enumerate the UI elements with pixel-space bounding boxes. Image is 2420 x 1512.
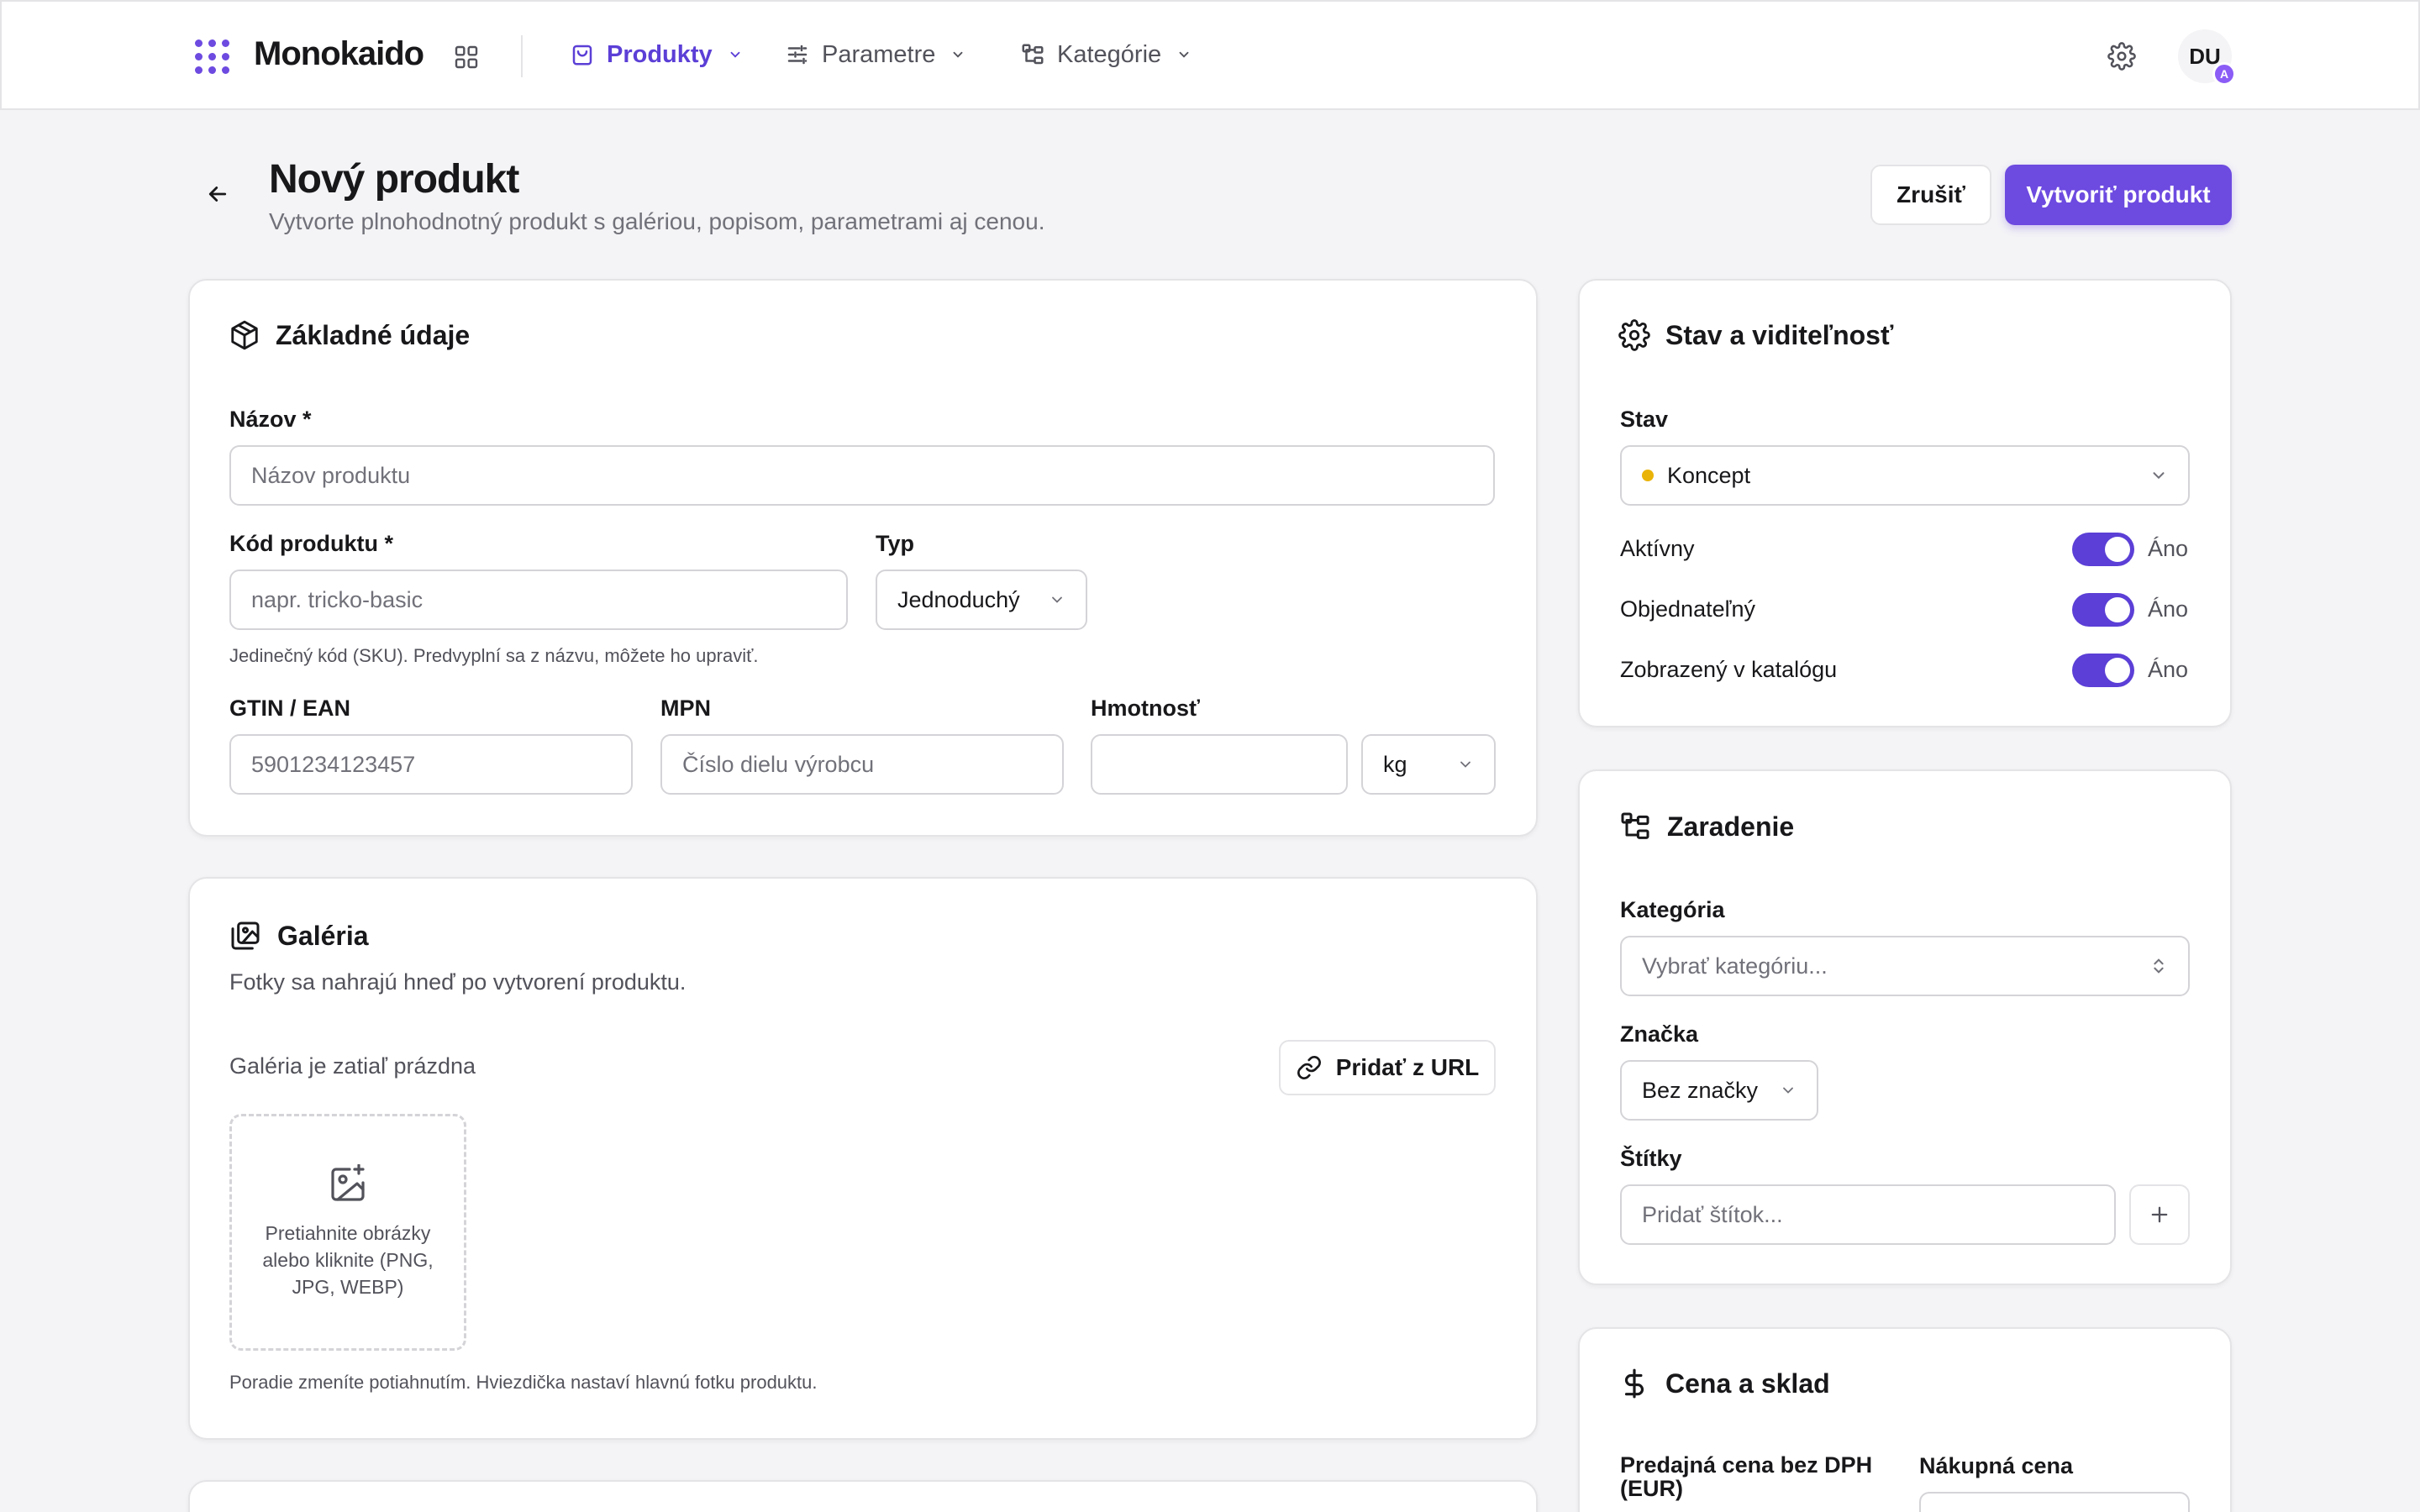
product-code-input[interactable]: napr. tricko-basic — [229, 570, 848, 630]
mpn-input[interactable]: Číslo dielu výrobcu — [660, 734, 1064, 795]
page-subtitle: Vytvorte plnohodnotný produkt s galériou… — [269, 208, 1045, 234]
chevron-up-down-icon — [2149, 957, 2168, 975]
category-tree-icon — [1618, 810, 1652, 843]
product-code-help: Jedinečný kód (SKU). Predvyplní sa z náz… — [229, 645, 759, 666]
weight-unit-value: kg — [1383, 751, 1407, 777]
nav-item-kategorie[interactable]: Kategórie — [1020, 35, 1192, 74]
box-icon — [229, 319, 260, 351]
gallery-empty-text: Galéria je zatiaľ prázdna — [229, 1053, 476, 1079]
apps-grid-icon[interactable] — [453, 44, 480, 71]
card-title-text: Základné údaje — [276, 319, 471, 350]
category-select-placeholder: Vybrať kategóriu... — [1642, 953, 1828, 979]
active-toggle-value: Áno — [2148, 536, 2189, 561]
weight-input[interactable] — [1091, 734, 1348, 795]
card-title-text: Stav a viditeľnosť — [1665, 319, 1894, 350]
chevron-down-icon — [1176, 47, 1192, 62]
gear-icon — [1618, 319, 1650, 351]
dropzone-text: Pretiahnite obrázky alebo kliknite (PNG,… — [262, 1221, 434, 1299]
create-product-button[interactable]: Vytvoriť produkt — [2005, 165, 2232, 225]
nav-divider — [521, 35, 523, 77]
nav-item-label: Produkty — [607, 40, 713, 68]
add-tag-button[interactable] — [2129, 1184, 2190, 1245]
cancel-button[interactable]: Zrušiť — [1870, 165, 1991, 225]
status-dot-icon — [1642, 470, 1654, 481]
weight-label: Hmotnosť — [1091, 696, 1200, 721]
active-label: Aktívny — [1620, 536, 1695, 561]
orderable-toggle-value: Áno — [2148, 596, 2189, 622]
product-name-input[interactable]: Názov produktu — [229, 445, 1495, 506]
status-visibility-title: Stav a viditeľnosť — [1618, 319, 1893, 351]
top-navbar: Monokaido Produkty Parametre Kategórie D… — [0, 0, 2420, 110]
category-label: Kategória — [1620, 897, 1725, 922]
category-tree-icon — [1020, 42, 1045, 67]
catalog-visible-toggle[interactable] — [2072, 654, 2134, 687]
brand-select[interactable]: Bez značky — [1620, 1060, 1818, 1121]
orderable-toggle[interactable] — [2072, 593, 2134, 627]
dollar-icon — [1618, 1368, 1650, 1399]
image-dropzone[interactable]: Pretiahnite obrázky alebo kliknite (PNG,… — [229, 1114, 466, 1351]
card-title-text: Galéria — [277, 920, 369, 951]
page-title: Nový produkt — [269, 157, 519, 202]
classification-title: Zaradenie — [1618, 810, 1794, 843]
add-from-url-button[interactable]: Pridať z URL — [1279, 1040, 1496, 1095]
orderable-label: Objednateľný — [1620, 596, 1755, 622]
gallery-subtitle: Fotky sa nahrajú hneď po vytvorení produ… — [229, 969, 687, 995]
sale-price-label: Predajná cena bez DPH (EUR) — [1620, 1452, 1873, 1502]
name-label: Názov * — [229, 407, 312, 432]
category-select[interactable]: Vybrať kategóriu... — [1620, 936, 2190, 996]
type-select-value: Jednoduchý — [897, 586, 1020, 612]
link-icon — [1296, 1054, 1323, 1081]
tags-label: Štítky — [1620, 1146, 1682, 1171]
nav-item-label: Parametre — [822, 40, 936, 68]
chevron-down-icon — [1457, 756, 1474, 773]
brand-select-value: Bez značky — [1642, 1077, 1759, 1103]
basic-info-title: Základné údaje — [229, 319, 470, 351]
state-select-value-wrap: Koncept — [1642, 463, 1750, 489]
state-select-value: Koncept — [1667, 462, 1751, 488]
chevron-down-icon — [1780, 1082, 1797, 1099]
product-code-label: Kód produktu * — [229, 531, 393, 556]
catalog-visible-label: Zobrazený v katalógu — [1620, 657, 1838, 682]
state-label: Stav — [1620, 407, 1669, 432]
card-title-text: Cena a sklad — [1665, 1368, 1830, 1399]
settings-gear-icon[interactable] — [2107, 42, 2136, 71]
mpn-label: MPN — [660, 696, 711, 721]
sliders-icon — [785, 42, 810, 67]
purchase-price-label: Nákupná cena — [1919, 1453, 2074, 1478]
card-title-text: Zaradenie — [1667, 811, 1795, 842]
chevron-down-icon — [728, 47, 743, 62]
gtin-label: GTIN / EAN — [229, 696, 351, 721]
logo-icon[interactable] — [195, 39, 230, 75]
chevron-down-icon — [2149, 466, 2168, 485]
shopping-bag-icon — [570, 42, 595, 67]
active-toggle[interactable] — [2072, 533, 2134, 566]
images-icon — [229, 919, 262, 953]
type-label: Typ — [876, 531, 914, 556]
weight-unit-select[interactable]: kg — [1361, 734, 1496, 795]
nav-item-produkty[interactable]: Produkty — [570, 35, 743, 74]
purchase-price-input[interactable] — [1919, 1492, 2190, 1512]
type-select[interactable]: Jednoduchý — [876, 570, 1087, 630]
nav-item-label: Kategórie — [1057, 40, 1162, 68]
brand-label: Značka — [1620, 1021, 1699, 1047]
back-arrow-icon[interactable] — [205, 181, 230, 207]
plus-icon — [2148, 1203, 2171, 1226]
catalog-visible-toggle-value: Áno — [2148, 657, 2189, 682]
tags-input[interactable]: Pridať štítok... — [1620, 1184, 2116, 1245]
chevron-down-icon — [950, 47, 965, 62]
price-stock-title: Cena a sklad — [1618, 1368, 1830, 1399]
chevron-down-icon — [1049, 591, 1065, 608]
avatar-role-badge: A — [2212, 62, 2236, 86]
add-from-url-label: Pridať z URL — [1335, 1054, 1480, 1080]
gallery-footer-help: Poradie zmeníte potiahnutím. Hviezdička … — [229, 1372, 818, 1393]
brand-name[interactable]: Monokaido — [254, 35, 424, 73]
image-plus-icon — [328, 1163, 368, 1205]
next-section-card — [188, 1480, 1538, 1512]
gallery-title: Galéria — [229, 919, 369, 953]
nav-item-parametre[interactable]: Parametre — [785, 35, 965, 74]
state-select[interactable]: Koncept — [1620, 445, 2190, 506]
gtin-input[interactable]: 5901234123457 — [229, 734, 633, 795]
